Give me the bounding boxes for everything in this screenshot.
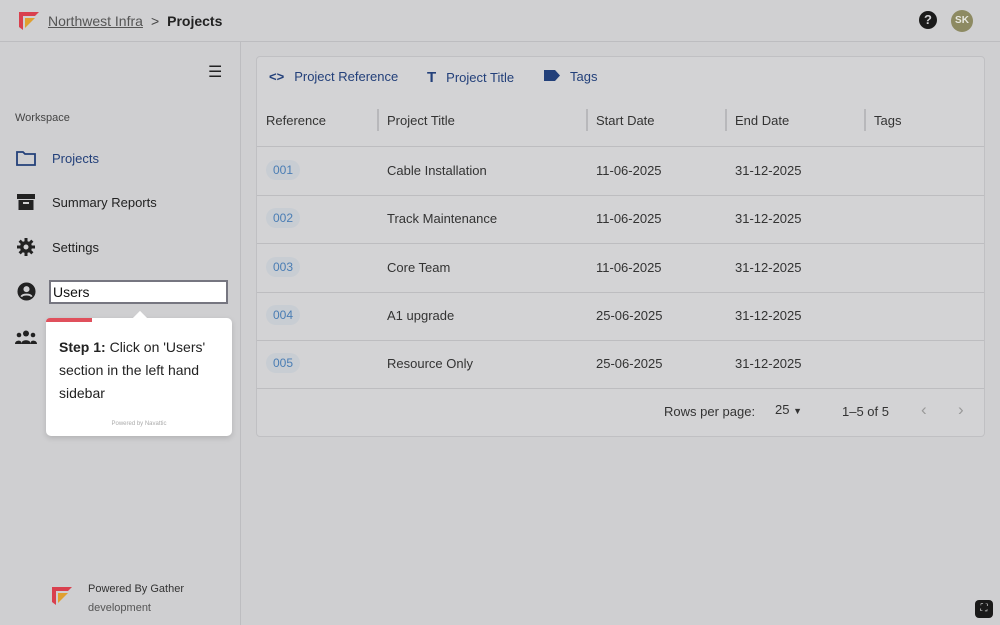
rows-per-page-select[interactable]: 25 ▼	[775, 402, 802, 417]
end-date-cell: 31-12-2025	[735, 259, 802, 275]
column-divider[interactable]	[725, 109, 727, 131]
reference-chip[interactable]: 003	[266, 256, 301, 277]
reference-chip[interactable]: 002	[266, 208, 301, 229]
gather-logo[interactable]	[19, 12, 39, 30]
toolbar-project-reference[interactable]: <> Project Reference	[269, 69, 398, 84]
column-divider[interactable]	[377, 109, 379, 131]
powered-by: Powered By Gather development	[88, 580, 184, 618]
column-header-title[interactable]: Project Title	[387, 113, 455, 128]
reference-chip[interactable]: 005	[266, 353, 301, 374]
project-title-cell: Core Team	[387, 259, 451, 275]
sidebar-item-label: Summary Reports	[52, 194, 157, 210]
rows-per-page-value: 25	[775, 402, 790, 417]
start-date-cell: 25-06-2025	[596, 356, 663, 372]
sidebar-item-users-icon[interactable]	[15, 281, 52, 301]
tooltip-step: Step 1:	[59, 339, 106, 355]
dropdown-arrow-icon: ▼	[793, 406, 803, 416]
tooltip-powered-by: Powered by Navattic	[111, 421, 167, 427]
folder-icon	[15, 149, 37, 167]
column-header-tags[interactable]: Tags	[874, 113, 901, 128]
breadcrumb: Northwest Infra > Projects	[48, 13, 222, 29]
rows-per-page-label: Rows per page:	[664, 404, 756, 419]
gear-icon	[15, 238, 37, 256]
column-divider[interactable]	[586, 109, 588, 131]
toolbar-label: Project Reference	[294, 69, 399, 84]
project-title-cell: Cable Installation	[387, 163, 487, 178]
sidebar-item-settings[interactable]: Settings	[15, 238, 99, 256]
table-row[interactable]: 004 A1 upgrade 25-06-2025 31-12-2025	[257, 292, 984, 340]
next-page-icon[interactable]: ›	[958, 400, 964, 420]
project-title-cell: A1 upgrade	[387, 307, 455, 323]
tooltip-progress-bar	[46, 318, 92, 322]
breadcrumb-current: Projects	[167, 13, 223, 29]
projects-table-card: <> Project Reference T Project Title Tags …	[256, 56, 985, 437]
previous-page-icon[interactable]: ‹	[921, 400, 927, 420]
text-icon: T	[427, 69, 437, 86]
group-icon	[15, 328, 37, 346]
code-icon: <>	[269, 69, 285, 84]
walkthrough-tooltip: Step 1: Click on 'Users' section in the …	[46, 310, 232, 436]
project-title-cell: Track Maintenance	[387, 211, 498, 227]
pagination-range: 1–5 of 5	[842, 404, 889, 419]
end-date-cell: 31-12-2025	[735, 356, 802, 372]
reference-chip[interactable]: 004	[266, 304, 301, 325]
end-date-cell: 31-12-2025	[735, 211, 802, 227]
toolbar-tags[interactable]: Tags	[544, 69, 597, 84]
start-date-cell: 11-06-2025	[596, 211, 662, 227]
start-date-cell: 25-06-2025	[596, 307, 663, 323]
help-icon[interactable]: ?	[919, 11, 937, 29]
column-divider[interactable]	[864, 109, 866, 131]
end-date-cell: 31-12-2025	[735, 307, 802, 323]
fullscreen-icon[interactable]: ⛶	[975, 600, 993, 618]
user-circle-icon	[15, 281, 37, 301]
sidebar-item-projects[interactable]: Projects	[15, 149, 99, 167]
reference-chip[interactable]: 001	[266, 160, 301, 180]
column-header-start-date[interactable]: Start Date	[596, 113, 655, 128]
table-row[interactable]: 005 Resource Only 25-06-2025 31-12-2025	[257, 340, 984, 388]
sidebar-item-users[interactable]: Users	[49, 280, 228, 304]
workspace-label: Workspace	[15, 112, 70, 124]
table-row[interactable]: 003 Core Team 11-06-2025 31-12-2025	[257, 244, 984, 292]
project-title-cell: Resource Only	[387, 356, 473, 372]
archive-icon	[15, 193, 37, 211]
collapse-sidebar-icon[interactable]: ☰	[208, 62, 222, 82]
toolbar-label: Tags	[570, 69, 598, 84]
row-divider	[257, 388, 984, 390]
end-date-cell: 31-12-2025	[735, 163, 802, 178]
sidebar-item-summary-reports[interactable]: Summary Reports	[15, 193, 157, 211]
top-bar: Northwest Infra > Projects ? SK	[0, 0, 1000, 42]
start-date-cell: 11-06-2025	[596, 259, 662, 275]
breadcrumb-separator: >	[150, 13, 160, 29]
sidebar-item-label: Settings	[52, 239, 99, 255]
column-header-end-date[interactable]: End Date	[735, 113, 789, 128]
avatar[interactable]: SK	[951, 10, 973, 32]
powered-by-label: Powered By Gather	[88, 583, 184, 595]
breadcrumb-org-link[interactable]: Northwest Infra	[48, 13, 143, 29]
start-date-cell: 11-06-2025	[596, 163, 662, 178]
environment-label: development	[88, 602, 151, 614]
table-row[interactable]: 002 Track Maintenance 11-06-2025 31-12-2…	[257, 195, 984, 243]
toolbar-project-title[interactable]: T Project Title	[427, 69, 514, 86]
table-row[interactable]: 001 Cable Installation 11-06-2025 31-12-…	[257, 147, 984, 195]
sidebar-item-label: Projects	[52, 150, 99, 166]
gather-logo-small	[52, 587, 72, 605]
tag-icon	[544, 69, 560, 84]
tooltip-text: Step 1: Click on 'Users' section in the …	[59, 336, 224, 405]
toolbar-label: Project Title	[446, 70, 515, 85]
column-header-reference[interactable]: Reference	[266, 113, 326, 128]
